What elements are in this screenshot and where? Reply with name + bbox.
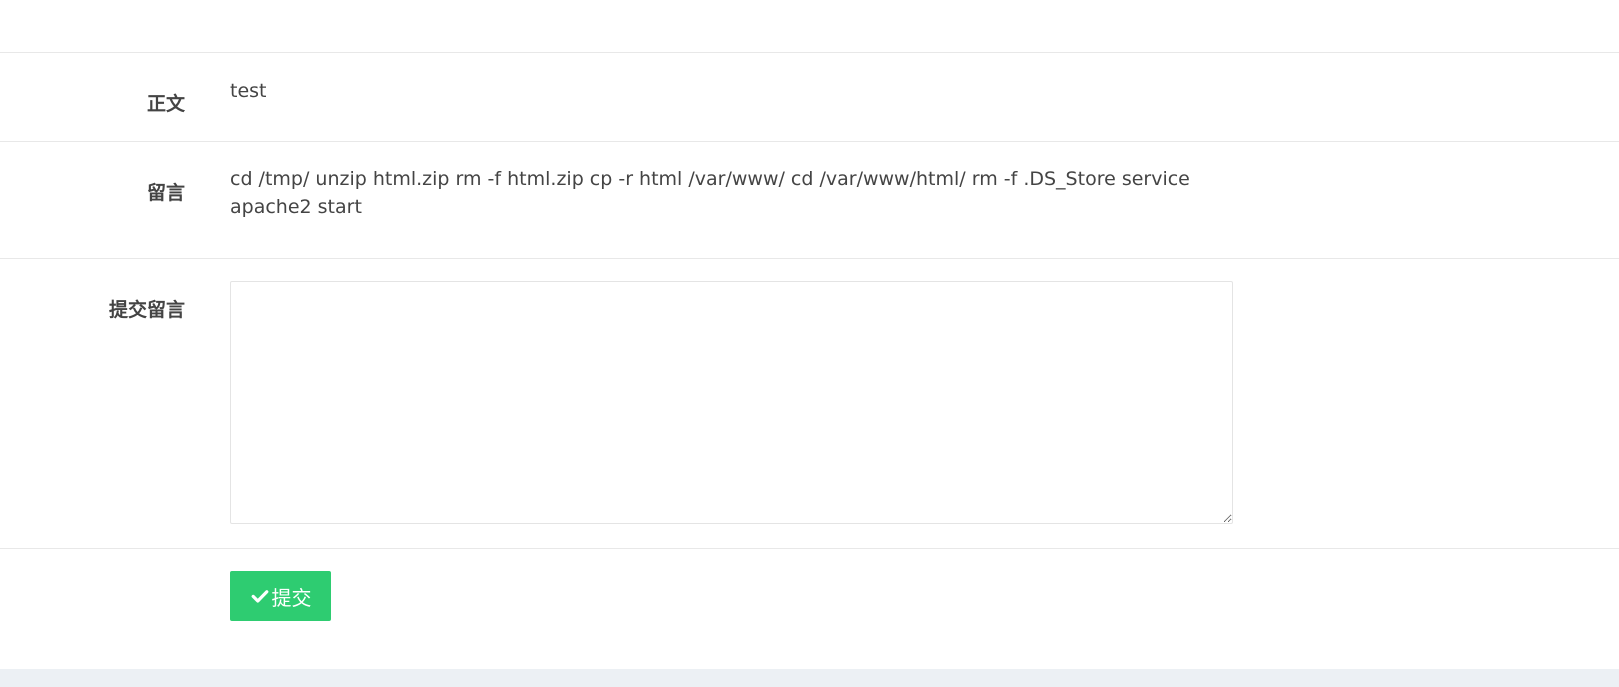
submit-comment-label: 提交留言 xyxy=(108,299,185,321)
submit-button[interactable]: 提交 xyxy=(230,571,331,621)
comment-textarea[interactable] xyxy=(230,281,1233,524)
submit-comment-row: 提交留言 xyxy=(0,259,1619,549)
body-row: 正文 test xyxy=(0,53,1619,142)
body-value: test xyxy=(230,80,267,102)
page-top-spacer xyxy=(0,0,1619,53)
message-value: cd /tmp/ unzip html.zip rm -f html.zip c… xyxy=(230,168,1190,218)
submit-button-label: 提交 xyxy=(271,585,312,610)
message-label: 留言 xyxy=(146,182,185,204)
body-label: 正文 xyxy=(146,93,185,115)
footer-bar xyxy=(0,669,1619,687)
check-icon xyxy=(250,586,270,606)
actions-row: 提交 xyxy=(0,549,1619,669)
comment-form-page: 正文 test 留言 cd /tmp/ unzip html.zip rm -f… xyxy=(0,0,1619,687)
message-row: 留言 cd /tmp/ unzip html.zip rm -f html.zi… xyxy=(0,142,1619,259)
